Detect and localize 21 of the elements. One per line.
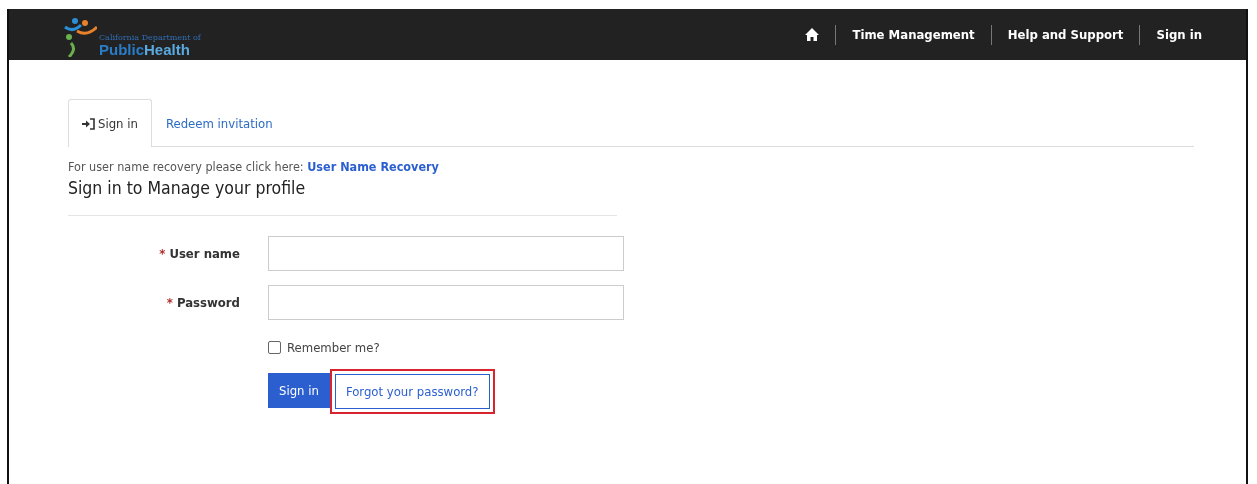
tab[interactable]: Sign in [68,99,152,147]
home-icon[interactable] [805,28,820,41]
form-heading: Sign in to Manage your profile [68,178,307,198]
checkbox-label: Remember me? [287,340,380,355]
recovery-link[interactable]: User Name Recovery [307,159,439,174]
logo-icon [63,16,97,57]
sign-in-icon [82,117,95,130]
nav-link[interactable]: Time Management [852,27,975,42]
sign-in-button[interactable]: Sign in [268,373,330,408]
nav-link[interactable]: Help and Support [1007,27,1124,42]
logo-caption: California Department of [99,33,201,42]
nav-link[interactable]: Sign in [1156,27,1202,42]
forgot-password-button[interactable]: Forgot your password? [334,374,490,409]
recovery-text: For user name recovery please click here: User Name Recovery [68,159,440,174]
tab[interactable]: Redeem invitation [151,99,287,147]
field-label: * User name [158,246,240,261]
input-field[interactable] [268,236,624,271]
checkbox[interactable] [268,341,281,354]
field-label: * Password [165,295,240,310]
input-field[interactable] [268,285,624,320]
logo-name: PublicHealth [99,41,190,57]
